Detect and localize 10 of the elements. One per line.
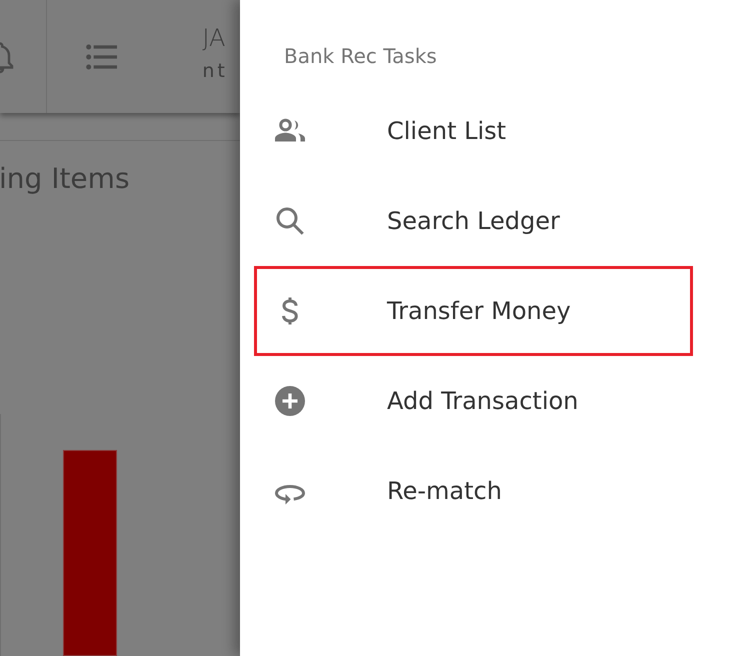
menu-item[interactable]: Search Ledger [254, 176, 693, 266]
section-heading: ing Items [0, 161, 131, 197]
drawer-title: Bank Rec Tasks [284, 43, 438, 70]
add-icon [272, 383, 308, 419]
header-subtitle: nt [202, 59, 229, 84]
menu-item[interactable]: Transfer Money [254, 266, 693, 356]
menu-item[interactable]: Re-match [254, 446, 693, 536]
header-title: JA [202, 23, 226, 54]
menu-item[interactable]: Add Transaction [254, 356, 693, 446]
menu-item[interactable]: Client List [254, 86, 693, 176]
